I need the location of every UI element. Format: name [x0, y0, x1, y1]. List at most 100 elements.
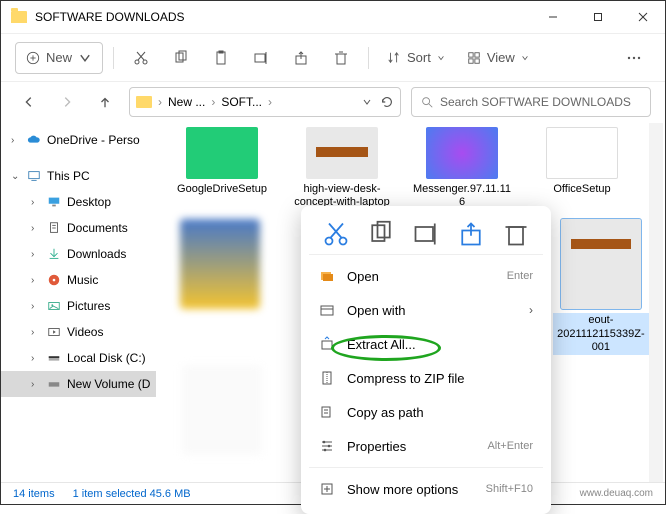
ctx-rename-button[interactable] — [412, 220, 440, 248]
ctx-cut-button[interactable] — [322, 220, 350, 248]
sidebar-item-localc[interactable]: › Local Disk (C:) — [1, 345, 156, 371]
new-button[interactable]: New — [15, 42, 103, 74]
properties-icon — [319, 438, 335, 454]
rename-button[interactable] — [244, 42, 278, 74]
forward-button[interactable] — [53, 88, 81, 116]
view-button[interactable]: View — [459, 42, 537, 74]
file-item[interactable]: OfficeSetup — [532, 127, 632, 209]
share-icon — [457, 220, 485, 248]
sidebar-item-label: Desktop — [67, 195, 111, 209]
sidebar-item-label: Pictures — [67, 299, 110, 313]
clipboard-icon — [213, 50, 229, 66]
more-icon — [319, 481, 335, 497]
shortcut-hint: Enter — [507, 270, 533, 282]
cloud-icon — [27, 133, 41, 147]
app-icon — [426, 127, 498, 179]
ctx-share-button[interactable] — [457, 220, 485, 248]
close-button[interactable] — [620, 1, 665, 33]
ctx-label: Open — [347, 269, 379, 284]
maximize-button[interactable] — [575, 1, 620, 33]
copy-button[interactable] — [164, 42, 198, 74]
cut-button[interactable] — [124, 42, 158, 74]
extract-icon — [319, 336, 335, 352]
file-item-selected[interactable]: eout-2021112115339Z-001 — [553, 219, 649, 355]
file-thumbnail — [182, 365, 262, 455]
sidebar-item-newvolume[interactable]: ›New Volume (D — [1, 371, 156, 397]
refresh-icon[interactable] — [380, 95, 394, 109]
chevron-right-icon: › — [31, 353, 41, 364]
chevron-down-icon — [437, 54, 445, 62]
file-item[interactable] — [172, 219, 268, 355]
ctx-delete-button[interactable] — [502, 220, 530, 248]
chevron-right-icon: › — [31, 197, 41, 208]
back-button[interactable] — [15, 88, 43, 116]
search-input[interactable]: Search SOFTWARE DOWNLOADS — [411, 87, 651, 117]
sidebar-item-documents[interactable]: ›Documents — [1, 215, 156, 241]
chevron-down-icon[interactable] — [362, 95, 372, 109]
sort-label: Sort — [407, 50, 431, 65]
ctx-copy-button[interactable] — [367, 220, 395, 248]
chevron-right-icon: › — [31, 275, 41, 286]
copy-icon — [173, 50, 189, 66]
search-placeholder: Search SOFTWARE DOWNLOADS — [440, 95, 631, 109]
app-icon — [546, 127, 618, 179]
watermark: www.deuaq.com — [580, 488, 653, 499]
ctx-show-more[interactable]: Show more optionsShift+F10 — [309, 472, 543, 506]
chevron-down-icon: ⌄ — [11, 171, 21, 182]
sidebar-item-label: Downloads — [67, 247, 126, 261]
toolbar: New Sort View — [1, 33, 665, 81]
file-label: GoogleDriveSetup — [172, 183, 272, 196]
sidebar-item-desktop[interactable]: › Desktop — [1, 189, 156, 215]
chevron-right-icon: › — [31, 327, 41, 338]
minimize-button[interactable] — [530, 1, 575, 33]
breadcrumb[interactable]: New ... — [166, 95, 207, 109]
scrollbar[interactable] — [649, 123, 663, 482]
file-item[interactable] — [172, 365, 272, 459]
ctx-properties[interactable]: PropertiesAlt+Enter — [309, 429, 543, 463]
separator — [113, 47, 114, 69]
trash-icon — [502, 220, 530, 248]
ctx-compress[interactable]: Compress to ZIP file — [309, 361, 543, 395]
sidebar: ›OneDrive - Perso ⌄This PC › Desktop ›Doc… — [1, 121, 156, 482]
pictures-icon — [47, 299, 61, 313]
sidebar-item-thispc[interactable]: ⌄This PC — [1, 163, 156, 189]
search-icon — [420, 95, 434, 109]
ctx-open[interactable]: Open Enter — [309, 259, 543, 293]
scissors-icon — [322, 220, 350, 248]
view-label: View — [487, 50, 515, 65]
address-bar[interactable]: › New ... › SOFT... › — [129, 87, 401, 117]
delete-button[interactable] — [324, 42, 358, 74]
sidebar-item-videos[interactable]: ›Videos — [1, 319, 156, 345]
file-item[interactable]: GoogleDriveSetup — [172, 127, 272, 209]
sidebar-item-pictures[interactable]: ›Pictures — [1, 293, 156, 319]
paste-button[interactable] — [204, 42, 238, 74]
zip-icon — [561, 219, 641, 309]
file-label: OfficeSetup — [532, 183, 632, 196]
sidebar-item-label: Local Disk (C:) — [67, 351, 146, 365]
folder-icon — [11, 11, 27, 23]
file-item[interactable]: high-view-desk-concept-with-laptop — [292, 127, 392, 209]
file-thumbnail — [180, 219, 260, 309]
file-item[interactable]: Messenger.97.11.116 — [412, 127, 512, 209]
more-button[interactable] — [617, 42, 651, 74]
sort-button[interactable]: Sort — [379, 42, 453, 74]
chevron-right-icon: › — [31, 249, 41, 260]
zip-icon — [319, 370, 335, 386]
ctx-open-with[interactable]: Open with› — [309, 293, 543, 327]
app-icon — [186, 127, 258, 179]
ctx-copy-path[interactable]: Copy as path — [309, 395, 543, 429]
sidebar-item-onedrive[interactable]: ›OneDrive - Perso — [1, 127, 156, 153]
new-label: New — [46, 50, 72, 65]
desktop-icon — [47, 195, 61, 209]
sidebar-item-downloads[interactable]: › Downloads — [1, 241, 156, 267]
chevron-down-icon — [78, 51, 92, 65]
up-button[interactable] — [91, 88, 119, 116]
chevron-down-icon — [521, 54, 529, 62]
share-button[interactable] — [284, 42, 318, 74]
zip-icon — [306, 127, 378, 179]
breadcrumb[interactable]: SOFT... — [219, 95, 264, 109]
share-icon — [293, 50, 309, 66]
ctx-extract-all[interactable]: Extract All... — [309, 327, 543, 361]
sidebar-item-music[interactable]: ›Music — [1, 267, 156, 293]
ctx-label: Copy as path — [347, 405, 424, 420]
